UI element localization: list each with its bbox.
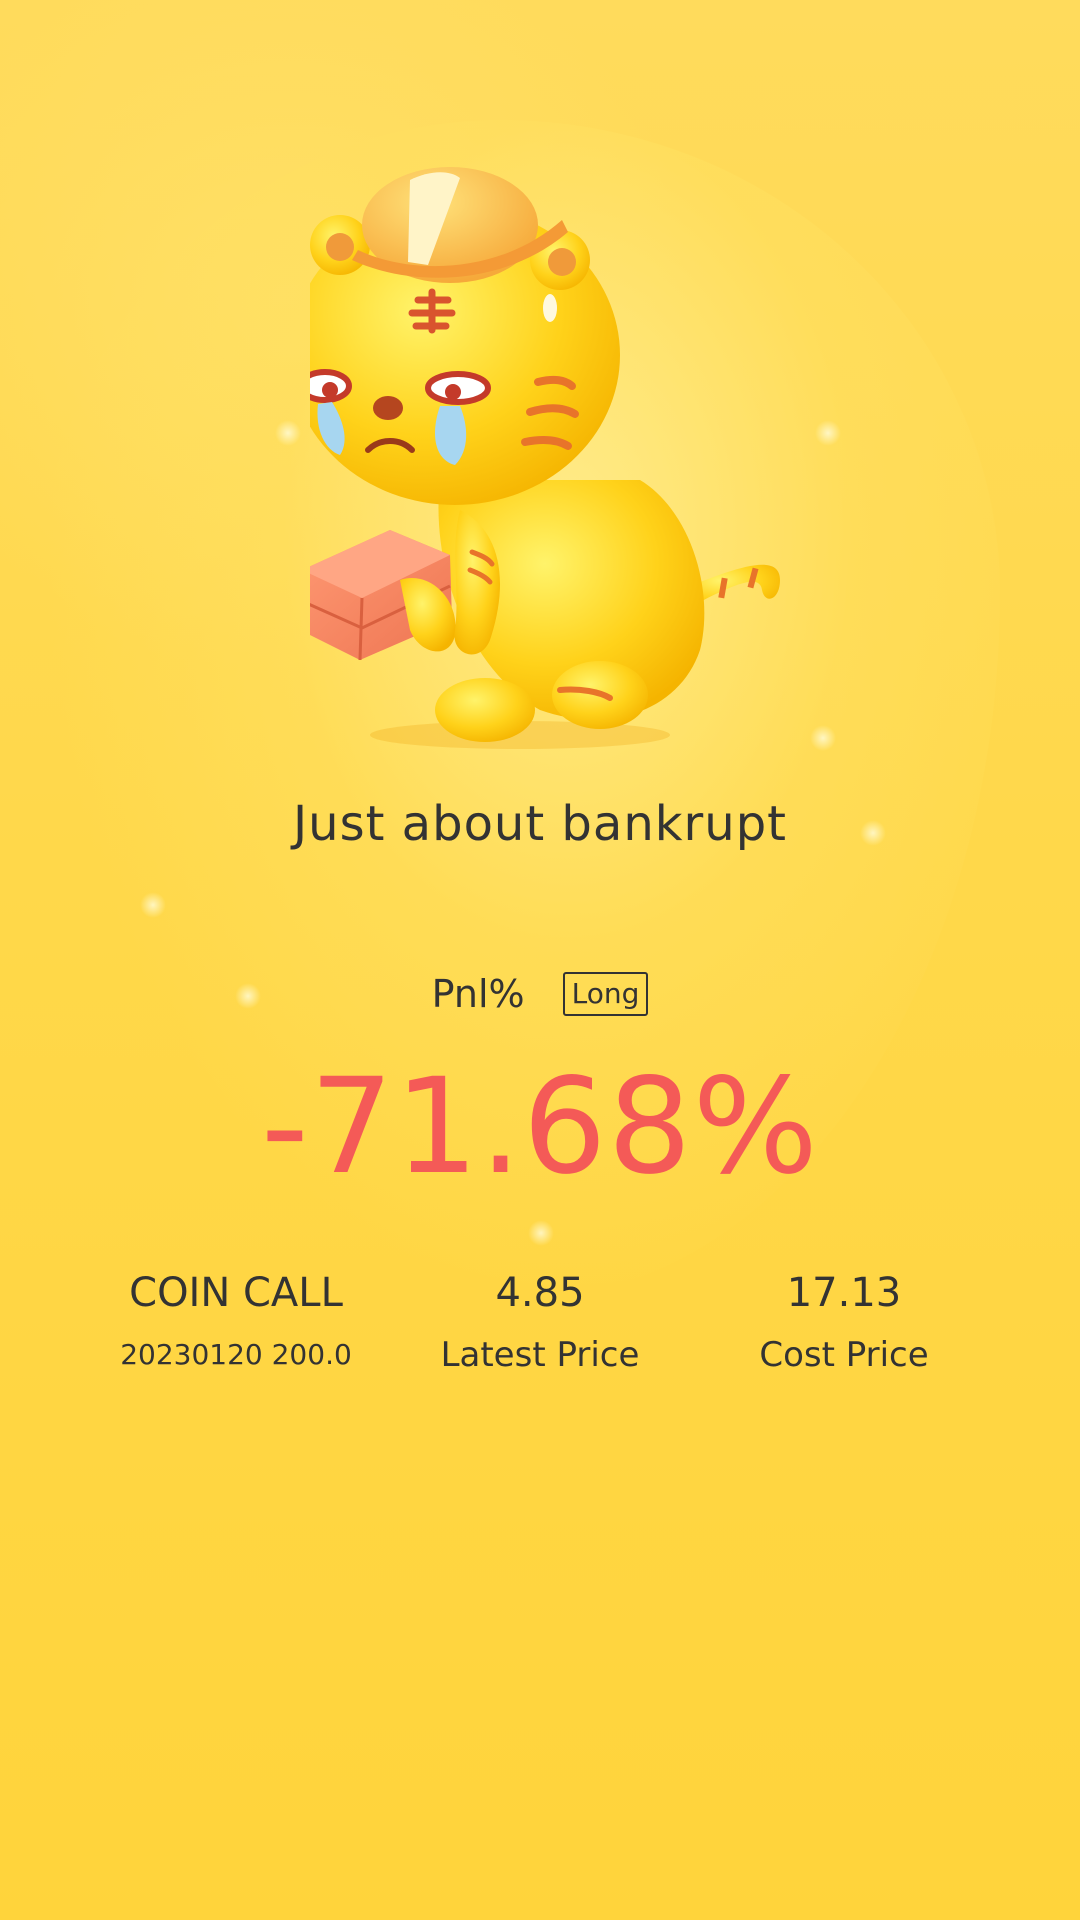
latest-price-label: Latest Price (440, 1335, 640, 1375)
result-headline: Just about bankrupt (293, 796, 787, 852)
cost-price-stat: 17.13 Cost Price (694, 1265, 994, 1379)
sparkle (810, 725, 836, 751)
sparkle (815, 420, 841, 446)
instrument-name: COIN CALL (129, 1270, 343, 1316)
instrument-detail: 20230120 200.0 (120, 1338, 352, 1371)
pnl-header: Pnl% Long (0, 972, 1080, 1016)
cost-price-value: 17.13 (786, 1270, 902, 1316)
pnl-percentage: -71.68% (261, 1050, 819, 1204)
sparkle (275, 420, 301, 446)
pnl-label: Pnl% (431, 972, 525, 1016)
pnl-share-card: Just about bankrupt Pnl% Long -71.68% CO… (0, 0, 1080, 1920)
direction-badge: Long (562, 972, 649, 1016)
latest-price-stat: 4.85 Latest Price (390, 1265, 690, 1379)
sparkle (528, 1220, 554, 1246)
instrument-stat: COIN CALL 20230120 200.0 (86, 1265, 386, 1379)
latest-price-value: 4.85 (495, 1270, 585, 1316)
crying-tiger-mascot-icon (310, 167, 780, 749)
cost-price-label: Cost Price (759, 1335, 929, 1375)
sparkle (140, 892, 166, 918)
position-stats: COIN CALL 20230120 200.0 4.85 Latest Pri… (0, 1265, 1080, 1395)
